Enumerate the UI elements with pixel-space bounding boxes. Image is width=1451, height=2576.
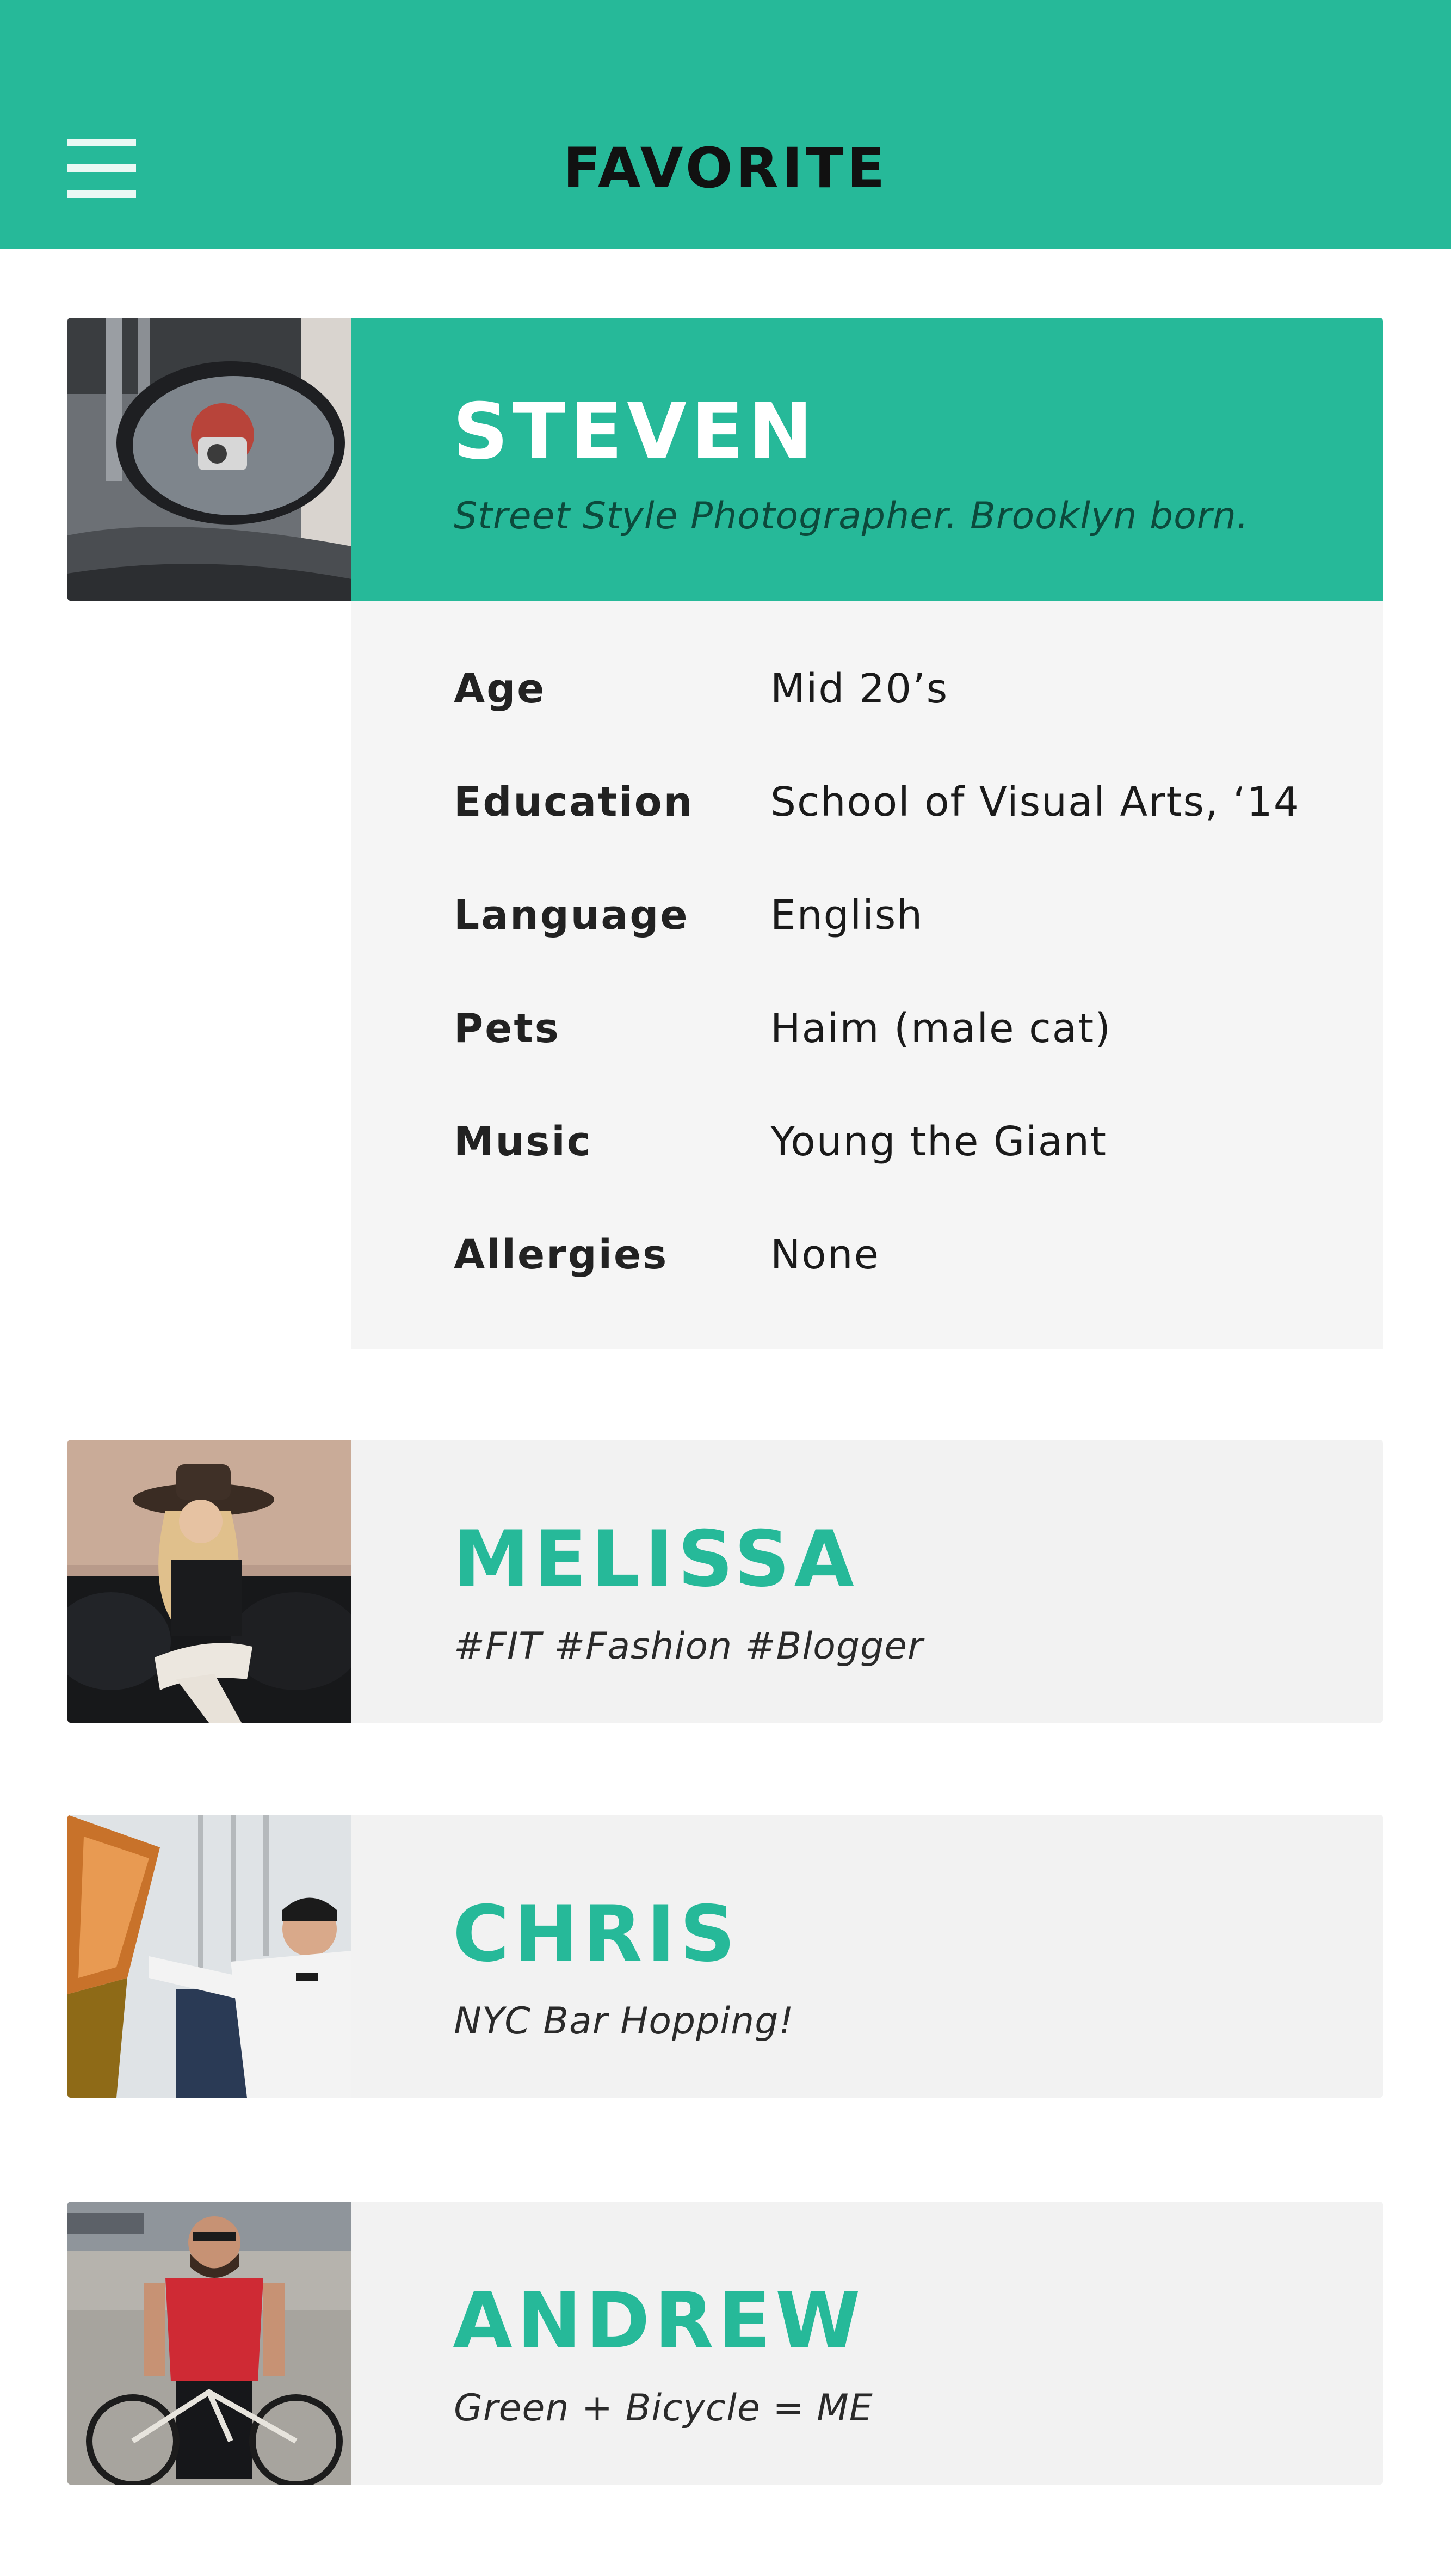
- detail-label: Pets: [454, 1005, 560, 1052]
- detail-value: Young the Giant: [770, 1118, 1108, 1165]
- profile-tagline: Green + Bicycle = ME: [454, 2387, 873, 2430]
- profile-photo-chris[interactable]: [67, 1815, 351, 2098]
- detail-row-music: Music Young the Giant: [454, 1114, 1324, 1169]
- detail-label: Education: [454, 779, 694, 825]
- page-title: FAVORITE: [563, 136, 888, 201]
- detail-value: School of Visual Arts, ‘14: [770, 779, 1300, 825]
- profile-photo-melissa[interactable]: [67, 1440, 351, 1723]
- profile-photo-andrew[interactable]: [67, 2202, 351, 2485]
- profile-tagline: Street Style Photographer. Brooklyn born…: [454, 495, 1249, 538]
- app-header: FAVORITE: [0, 0, 1451, 249]
- profile-name: STEVEN: [453, 387, 817, 477]
- detail-label: Music: [454, 1118, 592, 1165]
- profile-name: MELISSA: [453, 1514, 859, 1604]
- detail-row-allergies: Allergies None: [454, 1228, 1324, 1282]
- profile-tagline: NYC Bar Hopping!: [454, 2000, 794, 2043]
- detail-label: Allergies: [454, 1231, 669, 1278]
- profile-photo-steven[interactable]: [67, 318, 351, 601]
- detail-row-age: Age Mid 20’s: [454, 662, 1324, 716]
- profile-card-steven[interactable]: STEVEN Street Style Photographer. Brookl…: [351, 318, 1383, 601]
- profile-name: CHRIS: [453, 1889, 740, 1979]
- profile-tagline: #FIT #Fashion #Blogger: [454, 1625, 924, 1668]
- detail-value: English: [770, 892, 924, 939]
- profile-name: ANDREW: [453, 2276, 865, 2366]
- detail-label: Age: [454, 665, 546, 712]
- detail-row-education: Education School of Visual Arts, ‘14: [454, 775, 1324, 829]
- profile-card-melissa[interactable]: MELISSA #FIT #Fashion #Blogger: [351, 1440, 1383, 1723]
- detail-value: None: [770, 1231, 880, 1278]
- profile-details-steven: Age Mid 20’s Education School of Visual …: [351, 601, 1383, 1349]
- detail-value: Haim (male cat): [770, 1005, 1112, 1052]
- detail-value: Mid 20’s: [770, 665, 949, 712]
- profile-card-andrew[interactable]: ANDREW Green + Bicycle = ME: [351, 2202, 1383, 2485]
- detail-row-pets: Pets Haim (male cat): [454, 1001, 1324, 1056]
- detail-label: Language: [454, 892, 689, 939]
- profile-card-chris[interactable]: CHRIS NYC Bar Hopping!: [351, 1815, 1383, 2098]
- detail-row-language: Language English: [454, 888, 1324, 942]
